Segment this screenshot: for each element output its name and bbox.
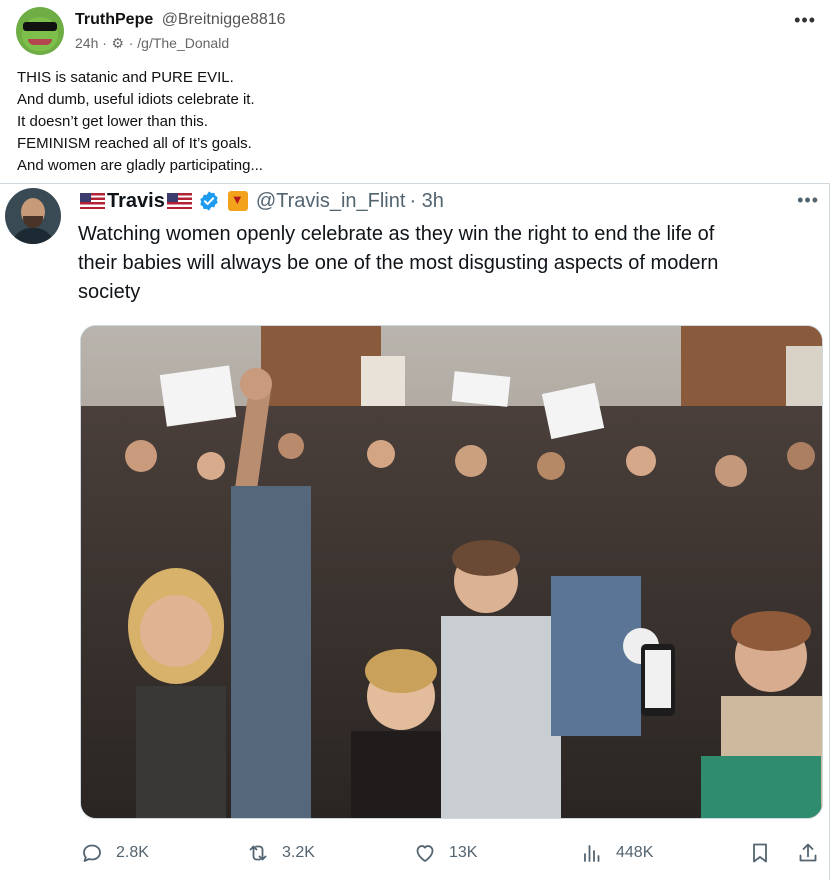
quoted-text-line: society: [78, 281, 141, 303]
quoted-tweet[interactable]: Travis @Travis_in_Flint · 3h ••• Watchin…: [0, 183, 830, 880]
post-body: THIS is satanic and PURE EVIL. And dumb,…: [17, 67, 807, 177]
share-icon[interactable]: [796, 841, 820, 865]
repost-button[interactable]: 3.2K: [246, 835, 315, 871]
community-link[interactable]: /g/The_Donald: [137, 35, 229, 51]
repost-icon: [249, 845, 267, 861]
more-options-icon[interactable]: •••: [794, 10, 816, 31]
bookmark-icon[interactable]: [748, 841, 772, 865]
views-button[interactable]: 448K: [580, 835, 653, 871]
author-handle[interactable]: @Breitnigge8816: [162, 11, 286, 28]
like-button[interactable]: 13K: [413, 835, 477, 871]
reply-count: 2.8K: [116, 844, 149, 861]
post-meta: 24h · ⚙ · /g/The_Donald: [75, 35, 230, 51]
quoted-avatar[interactable]: [5, 188, 61, 244]
quoted-more-icon[interactable]: •••: [797, 190, 819, 211]
post-body-line: THIS is satanic and PURE EVIL.: [17, 69, 234, 86]
tweet-photo[interactable]: [80, 325, 823, 819]
crowd-photo: [81, 326, 822, 818]
author-line: TruthPepe @Breitnigge8816: [75, 10, 286, 30]
affiliate-badge-icon: [227, 191, 248, 211]
quoted-name[interactable]: Travis: [107, 190, 165, 213]
views-count: 448K: [616, 844, 654, 861]
post-body-line: And women are gladly participating...: [17, 157, 263, 174]
post-body-line: It doesn’t get lower than this.: [17, 113, 208, 130]
post-body-line: FEMINISM reached all of It’s goals.: [17, 135, 252, 152]
heart-icon: [416, 845, 434, 862]
quoted-time[interactable]: · 3h: [409, 190, 443, 213]
quoted-text: Watching women openly celebrate as they …: [78, 220, 818, 307]
reply-icon: [83, 844, 101, 862]
quoted-text-line: their babies will always be one of the m…: [78, 252, 719, 274]
post-card: TruthPepe @Breitnigge8816 24h · ⚙ · /g/T…: [0, 0, 834, 880]
action-bar: 2.8K 3.2K 13K 448K: [0, 835, 829, 871]
quoted-header: Travis @Travis_in_Flint · 3h: [80, 188, 444, 214]
views-icon: [584, 845, 600, 862]
post-body-line: And dumb, useful idiots celebrate it.: [17, 91, 255, 108]
quoted-text-line: Watching women openly celebrate as they …: [78, 223, 715, 245]
author-avatar[interactable]: [16, 7, 64, 55]
author-name[interactable]: TruthPepe: [75, 11, 153, 28]
reply-button[interactable]: 2.8K: [80, 835, 149, 871]
us-flag-icon: [166, 193, 192, 209]
like-count: 13K: [449, 844, 478, 861]
gear-icon: ⚙: [111, 35, 125, 51]
us-flag-icon: [80, 193, 105, 209]
verified-badge-icon: [200, 191, 218, 211]
post-age: 24h: [75, 35, 99, 51]
repost-count: 3.2K: [282, 844, 315, 861]
quoted-handle[interactable]: @Travis_in_Flint: [256, 190, 406, 213]
